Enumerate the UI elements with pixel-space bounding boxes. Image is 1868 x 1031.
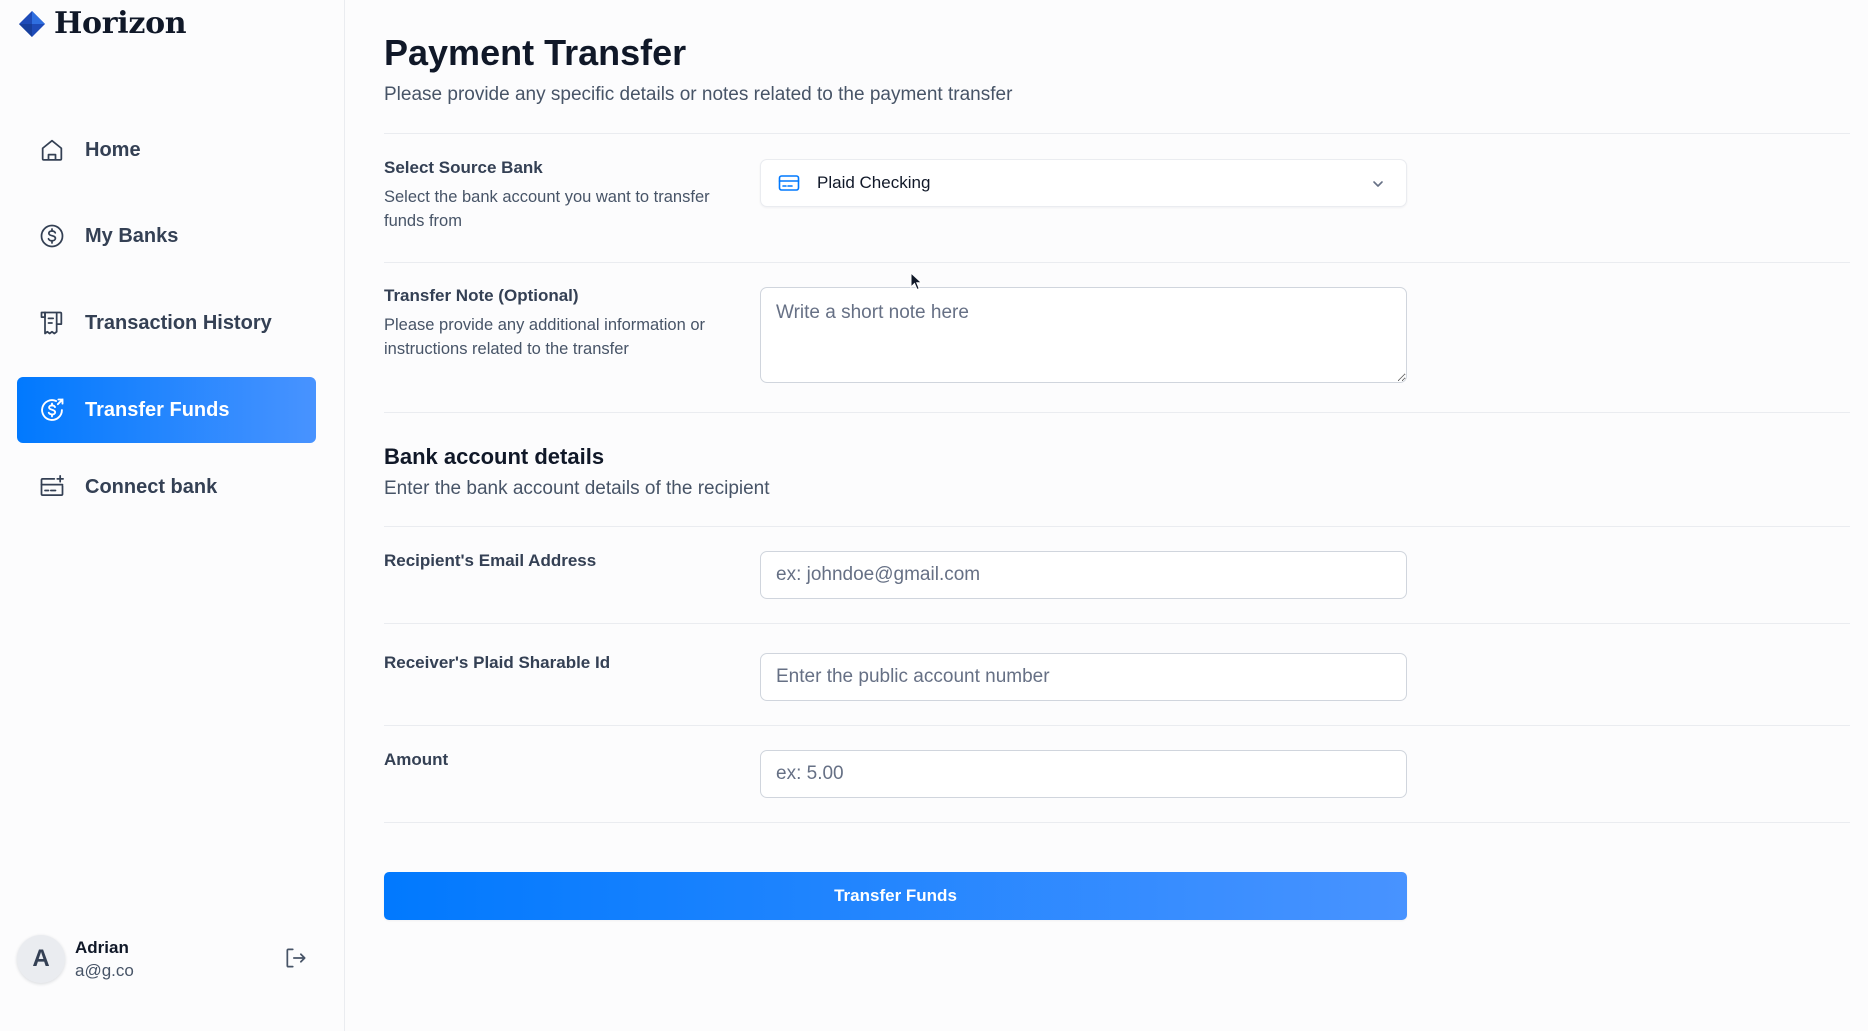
user-email: a@g.co (75, 960, 134, 980)
logout-icon[interactable] (283, 945, 309, 971)
sidebar: Horizon Home My Banks Transaction Histor… (0, 0, 345, 1031)
sidebar-item-my-banks[interactable]: My Banks (17, 203, 316, 269)
divider (384, 725, 1850, 726)
source-bank-label: Select Source Bank (384, 158, 543, 177)
divider (384, 822, 1850, 823)
transfer-note-description: Please provide any additional informatio… (384, 316, 706, 358)
selected-bank: Plaid Checking (817, 173, 931, 192)
source-bank-description: Select the bank account you want to tran… (384, 188, 710, 230)
divider (384, 262, 1850, 263)
dollar-circle-icon (37, 221, 67, 251)
bank-details-subtitle: Enter the bank account details of the re… (384, 478, 770, 499)
sidebar-item-label: Home (85, 138, 141, 161)
amount-input[interactable] (760, 750, 1407, 798)
user-profile: A Adrian a@g.co (17, 933, 317, 985)
home-icon (37, 135, 67, 165)
amount-label: Amount (384, 750, 449, 769)
transfer-funds-button[interactable]: Transfer Funds (384, 872, 1407, 920)
credit-card-icon (778, 175, 800, 191)
recipient-email-input[interactable] (760, 551, 1407, 599)
source-bank-select[interactable]: Plaid Checking (760, 159, 1407, 207)
page-title: Payment Transfer (384, 32, 687, 73)
sidebar-item-label: My Banks (85, 224, 179, 247)
money-send-icon (37, 395, 67, 425)
logo[interactable]: Horizon (18, 6, 187, 41)
avatar[interactable]: A (17, 935, 65, 983)
sidebar-item-transfer-funds[interactable]: Transfer Funds (17, 377, 316, 443)
sidebar-item-label: Transfer Funds (85, 398, 230, 421)
recipient-email-label: Recipient's Email Address (384, 551, 597, 570)
divider (384, 623, 1850, 624)
divider (384, 412, 1850, 413)
sidebar-item-label: Connect bank (85, 475, 218, 498)
transfer-note-textarea[interactable] (760, 287, 1407, 383)
user-name: Adrian (75, 937, 129, 957)
transfer-note-label: Transfer Note (Optional) (384, 286, 579, 305)
sidebar-item-connect-bank[interactable]: Connect bank (17, 454, 316, 520)
sidebar-item-transaction-history[interactable]: Transaction History (17, 290, 316, 356)
bank-details-title: Bank account details (384, 444, 605, 469)
sidebar-item-label: Transaction History (85, 311, 272, 334)
page-subtitle: Please provide any specific details or n… (384, 84, 1013, 105)
divider (384, 133, 1850, 134)
sharable-id-label: Receiver's Plaid Sharable Id (384, 653, 611, 672)
card-add-icon (37, 472, 67, 502)
mouse-cursor-icon (910, 272, 923, 291)
receipt-icon (37, 308, 67, 338)
sharable-id-input[interactable] (760, 653, 1407, 701)
sidebar-item-home[interactable]: Home (17, 117, 316, 183)
divider (384, 526, 1850, 527)
horizon-logo-icon (19, 10, 45, 37)
app-name: Horizon (54, 6, 187, 41)
chevron-down-icon (1373, 181, 1383, 187)
